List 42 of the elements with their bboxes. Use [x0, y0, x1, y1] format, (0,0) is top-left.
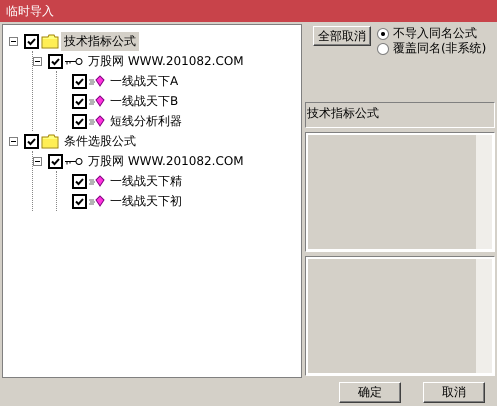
- window-title: 临时导入: [6, 2, 54, 20]
- gem-icon: [89, 115, 105, 127]
- tree-item[interactable]: 万股网 WWW.201082.COM: [85, 152, 247, 170]
- tree-item[interactable]: 短线分析利器: [107, 112, 185, 130]
- cancel-button[interactable]: 取消: [423, 382, 485, 402]
- radio-button[interactable]: [377, 28, 389, 40]
- ok-button[interactable]: 确定: [339, 382, 401, 402]
- key-icon: [65, 156, 83, 166]
- checkbox[interactable]: [72, 194, 87, 208]
- option-label[interactable]: 覆盖同名(非系统): [393, 40, 486, 57]
- folder-icon: [41, 134, 59, 148]
- tree-item[interactable]: 一线战天下精: [107, 172, 185, 190]
- collapse-toggle[interactable]: [9, 36, 18, 46]
- category-label: 技术指标公式: [305, 102, 495, 128]
- tree-item[interactable]: 一线战天下A: [107, 72, 182, 90]
- checkbox[interactable]: [72, 174, 87, 188]
- deselect-all-button[interactable]: 全部取消: [313, 26, 371, 46]
- tree-item[interactable]: 条件选股公式: [61, 132, 139, 150]
- option-label[interactable]: 不导入同名公式: [393, 25, 477, 42]
- gem-icon: [89, 75, 105, 87]
- gem-icon: [89, 175, 105, 187]
- gem-icon: [89, 95, 105, 107]
- checkbox[interactable]: [72, 74, 87, 88]
- scrollbar[interactable]: [476, 135, 492, 249]
- checkbox[interactable]: [72, 114, 87, 128]
- checkbox[interactable]: [72, 94, 87, 108]
- scrollbar[interactable]: [476, 259, 492, 373]
- tree-item[interactable]: 一线战天下B: [107, 92, 182, 110]
- radio-button[interactable]: [377, 42, 389, 54]
- collapse-toggle[interactable]: [9, 136, 18, 146]
- folder-icon: [41, 34, 59, 48]
- checkbox[interactable]: [48, 154, 63, 168]
- checkbox[interactable]: [48, 54, 63, 68]
- gem-icon: [89, 195, 105, 207]
- collapse-toggle[interactable]: [33, 56, 42, 66]
- collapse-toggle[interactable]: [33, 156, 42, 166]
- tree-item[interactable]: 万股网 WWW.201082.COM: [85, 52, 247, 70]
- key-icon: [65, 56, 83, 66]
- checkbox[interactable]: [24, 134, 39, 148]
- tree-item[interactable]: 一线战天下初: [107, 192, 185, 210]
- tree-item[interactable]: 技术指标公式: [61, 32, 139, 50]
- checkbox[interactable]: [24, 34, 39, 48]
